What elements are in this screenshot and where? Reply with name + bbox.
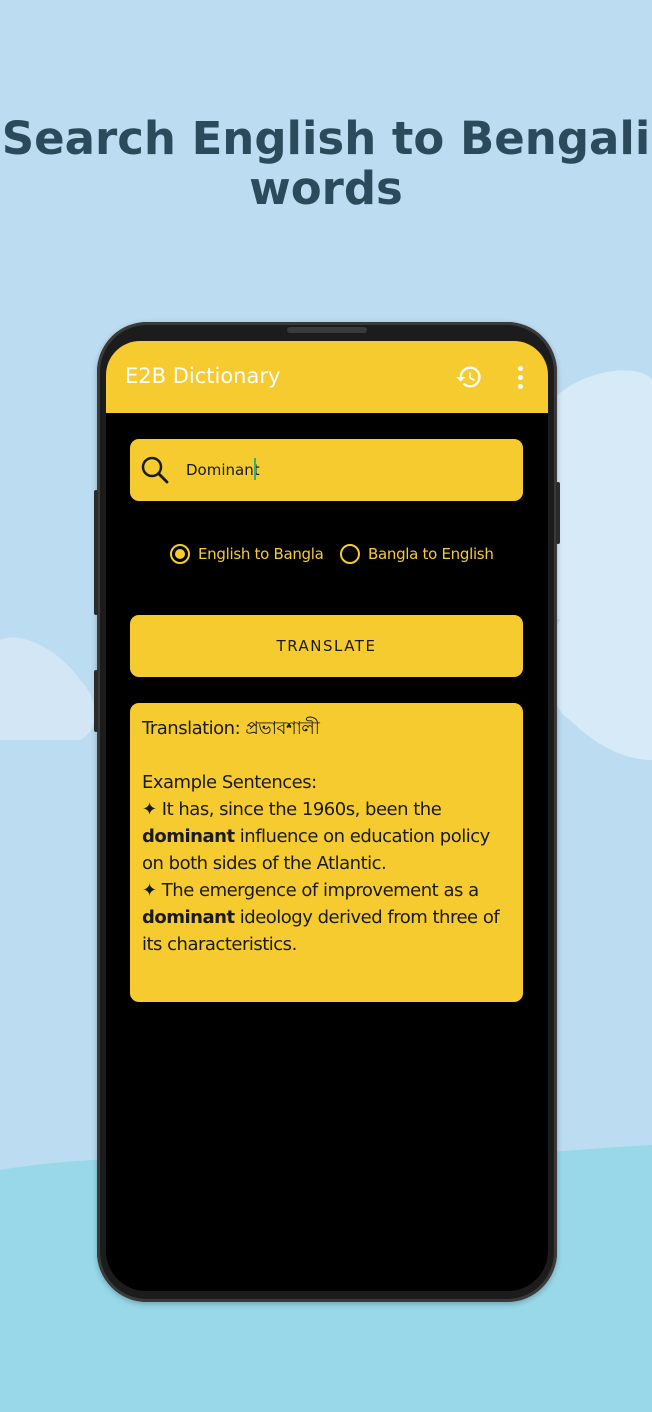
translate-button[interactable]: TRANSLATE bbox=[130, 615, 523, 677]
radio-bangla-to-english[interactable]: Bangla to English bbox=[340, 544, 494, 564]
example-sentence: ✦ The emergence of improvement as a domi… bbox=[142, 880, 500, 955]
more-vert-icon[interactable] bbox=[506, 361, 534, 393]
radio-english-to-bangla[interactable]: English to Bangla bbox=[170, 544, 324, 564]
app-bar: E2B Dictionary bbox=[106, 341, 548, 413]
side-key bbox=[556, 482, 560, 544]
headline: Search English to Bengali words bbox=[0, 114, 652, 214]
earpiece-speaker bbox=[287, 327, 367, 333]
radio-checked-icon bbox=[170, 544, 190, 564]
search-icon bbox=[141, 456, 169, 484]
radio-label: English to Bangla bbox=[198, 545, 324, 563]
search-input[interactable] bbox=[186, 456, 506, 484]
result-card: Translation: প্রভাবশালী Example Sentence… bbox=[130, 703, 523, 1002]
phone-frame: E2B Dictionary English to Bangl bbox=[94, 322, 560, 1302]
app-title: E2B Dictionary bbox=[125, 364, 281, 388]
history-icon[interactable] bbox=[455, 363, 483, 391]
headline-line-2: words bbox=[249, 162, 403, 215]
phone-screen: E2B Dictionary English to Bangl bbox=[106, 341, 548, 1291]
example-sentence: ✦ It has, since the 1960s, been the domi… bbox=[142, 799, 490, 874]
text-caret bbox=[254, 458, 256, 480]
search-box[interactable] bbox=[130, 439, 523, 501]
power-button bbox=[94, 490, 98, 615]
radio-unchecked-icon bbox=[340, 544, 360, 564]
direction-radio-group: English to Bangla Bangla to English bbox=[106, 544, 548, 574]
examples-heading: Example Sentences: bbox=[142, 772, 317, 793]
headline-line-1: Search English to Bengali bbox=[1, 112, 651, 165]
volume-button bbox=[94, 670, 98, 732]
translation-text: Translation: প্রভাবশালী bbox=[142, 718, 320, 739]
radio-label: Bangla to English bbox=[368, 545, 494, 563]
